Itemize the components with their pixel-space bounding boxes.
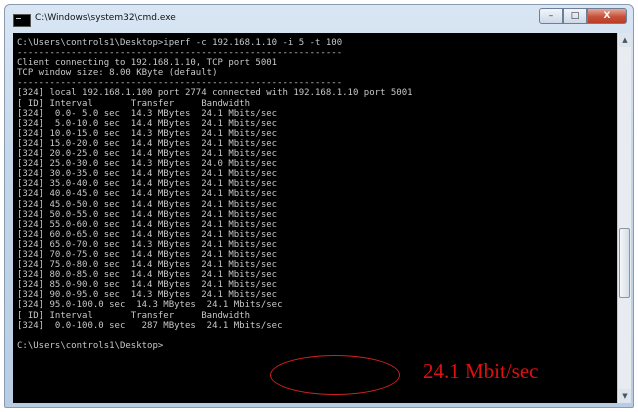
console-line: [ ID] Interval Transfer Bandwidth <box>17 310 250 321</box>
console-line: TCP window size: 8.00 KByte (default) <box>17 68 218 79</box>
console-line: [ ID] Interval Transfer Bandwidth <box>17 98 250 109</box>
console-line: ----------------------------------------… <box>17 78 343 89</box>
maximize-button[interactable]: □ <box>563 8 587 24</box>
console-line: [324] 90.0-95.0 sec 14.3 MBytes 24.1 Mbi… <box>17 290 278 301</box>
console-line: C:\Users\controls1\Desktop> <box>17 340 164 351</box>
console-line: [324] 15.0-20.0 sec 14.4 MBytes 24.1 Mbi… <box>17 138 278 149</box>
console-line: C:\Users\controls1\Desktop>iperf -c 192.… <box>17 38 343 48</box>
console-line: [324] 0.0- 5.0 sec 14.3 MBytes 24.1 Mbit… <box>17 108 278 119</box>
console-line: [324] 40.0-45.0 sec 14.4 MBytes 24.1 Mbi… <box>17 189 278 200</box>
console-line: [324] 25.0-30.0 sec 14.3 MBytes 24.0 Mbi… <box>17 159 278 170</box>
window-controls: – □ X <box>539 8 627 24</box>
console-line: [324] 20.0-25.0 sec 14.4 MBytes 24.1 Mbi… <box>17 149 278 160</box>
console-line: Client connecting to 192.168.1.10, TCP p… <box>17 58 278 69</box>
console-line: [324] 70.0-75.0 sec 14.4 MBytes 24.1 Mbi… <box>17 249 278 260</box>
console-line: [324] 45.0-50.0 sec 14.4 MBytes 24.1 Mbi… <box>17 199 278 210</box>
scroll-thumb[interactable] <box>619 228 630 298</box>
console-line: [324] 60.0-65.0 sec 14.4 MBytes 24.1 Mbi… <box>17 229 278 240</box>
console-line: ----------------------------------------… <box>17 48 343 59</box>
window-title: C:\Windows\system32\cmd.exe <box>35 13 176 23</box>
cmd-app-icon <box>13 14 31 27</box>
console-text: C:\Users\controls1\Desktop>iperf -c 192.… <box>13 33 617 351</box>
console-line: [324] 75.0-80.0 sec 14.4 MBytes 24.1 Mbi… <box>17 260 278 271</box>
console-line: [324] 85.0-90.0 sec 14.4 MBytes 24.1 Mbi… <box>17 280 278 291</box>
console-output[interactable]: C:\Users\controls1\Desktop>iperf -c 192.… <box>13 33 617 403</box>
close-button[interactable]: X <box>587 8 627 24</box>
console-line: [324] 5.0-10.0 sec 14.4 MBytes 24.1 Mbit… <box>17 118 278 129</box>
console-line: [324] 50.0-55.0 sec 14.4 MBytes 24.1 Mbi… <box>17 209 278 220</box>
vertical-scrollbar[interactable]: ▲ ▼ <box>617 33 631 403</box>
scroll-down-icon[interactable]: ▼ <box>619 389 631 403</box>
console-line: [324] 35.0-40.0 sec 14.4 MBytes 24.1 Mbi… <box>17 179 278 190</box>
minimize-button[interactable]: – <box>539 8 563 24</box>
cmd-window: C:\Windows\system32\cmd.exe – □ X C:\Use… <box>4 4 634 408</box>
console-line: [324] local 192.168.1.100 port 2774 conn… <box>17 88 413 99</box>
console-line: [324] 55.0-60.0 sec 14.4 MBytes 24.1 Mbi… <box>17 219 278 230</box>
console-line: [324] 0.0-100.0 sec 287 MBytes 24.1 Mbit… <box>17 320 283 331</box>
console-line: [324] 95.0-100.0 sec 14.3 MBytes 24.1 Mb… <box>17 300 283 311</box>
console-line: [324] 80.0-85.0 sec 14.4 MBytes 24.1 Mbi… <box>17 270 278 281</box>
console-line: [324] 10.0-15.0 sec 14.3 MBytes 24.1 Mbi… <box>17 128 278 139</box>
highlight-circle <box>270 355 400 395</box>
scroll-up-icon[interactable]: ▲ <box>619 33 631 47</box>
console-line: [324] 65.0-70.0 sec 14.3 MBytes 24.1 Mbi… <box>17 239 278 250</box>
bandwidth-annotation: 24.1 Mbit/sec <box>423 359 539 383</box>
title-bar[interactable]: C:\Windows\system32\cmd.exe – □ X <box>5 5 633 33</box>
console-line: [324] 30.0-35.0 sec 14.4 MBytes 24.1 Mbi… <box>17 169 278 180</box>
